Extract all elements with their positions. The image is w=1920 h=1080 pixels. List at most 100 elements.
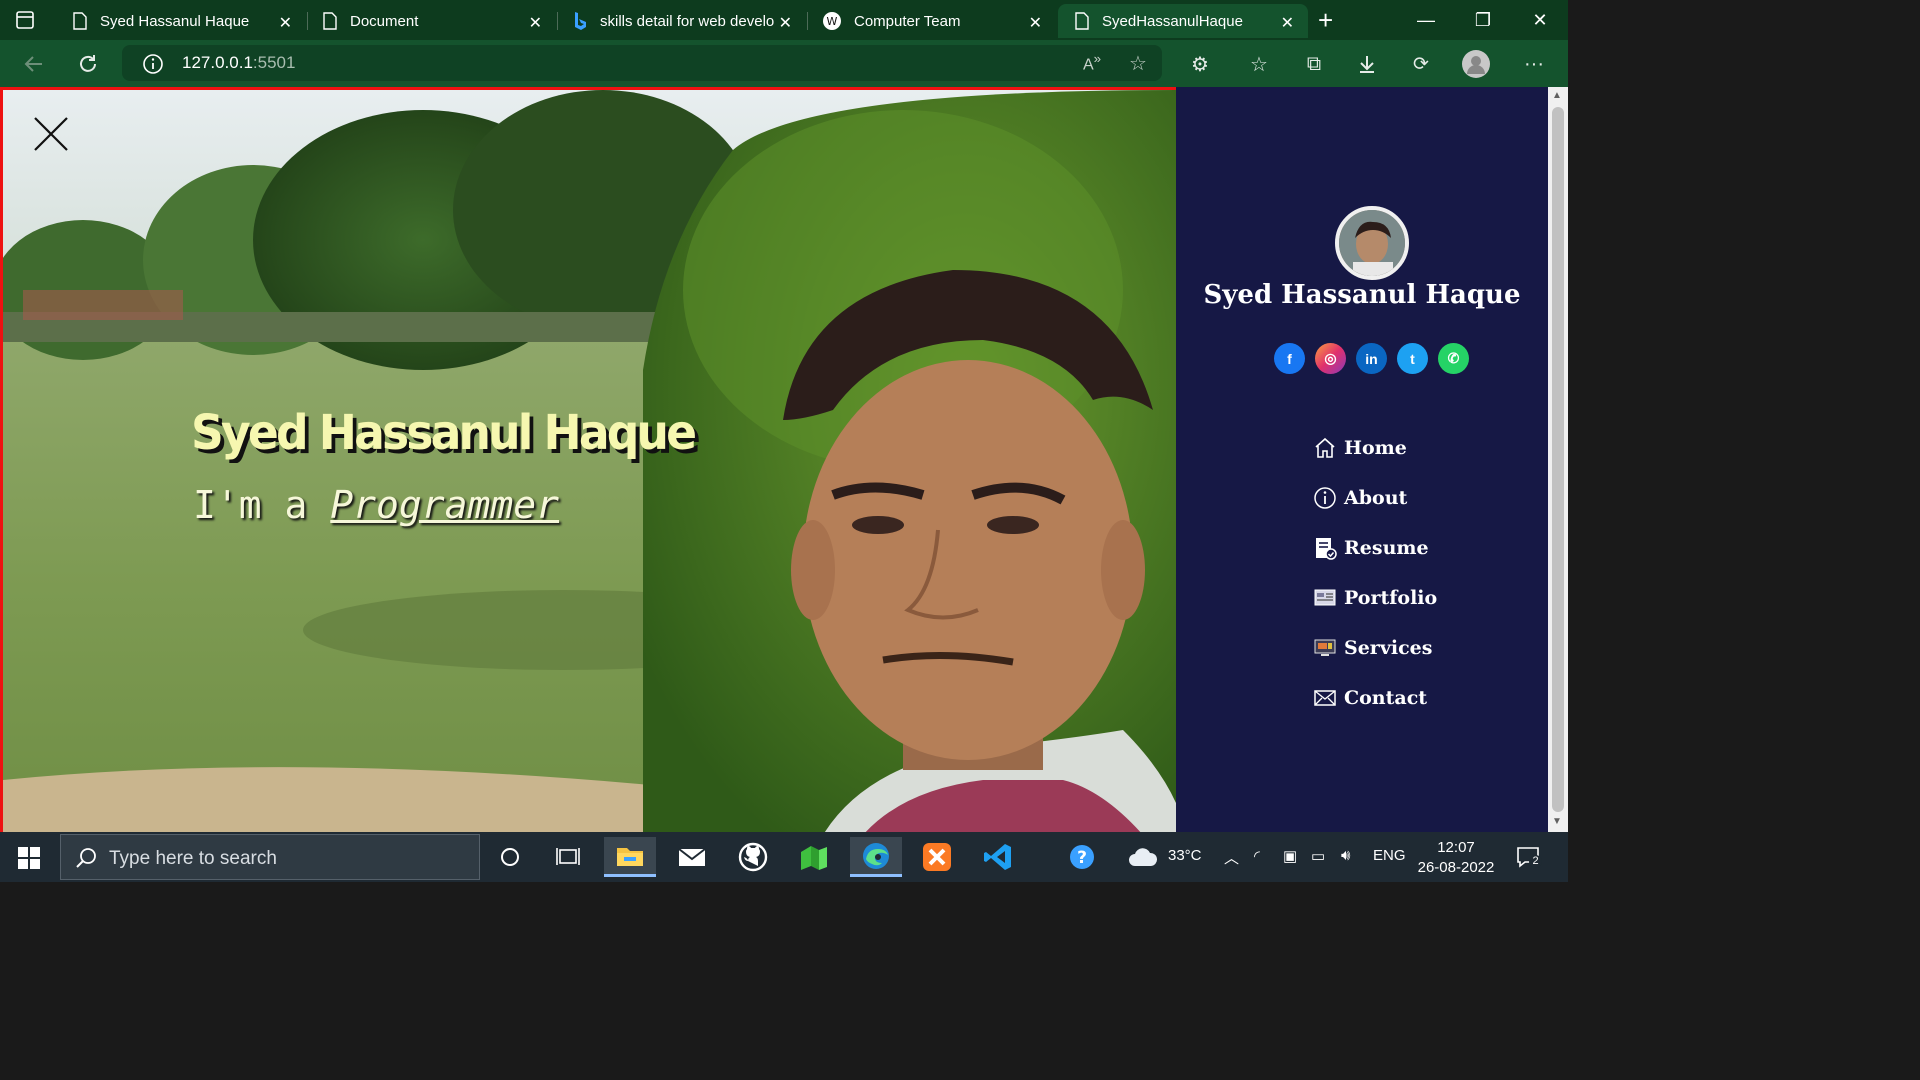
hero-subtitle: I'm a Programmer — [193, 483, 559, 527]
tab-close-icon[interactable]: ✕ — [779, 13, 792, 33]
back-icon[interactable] — [20, 50, 48, 78]
page-icon — [1075, 12, 1089, 30]
search-placeholder: Type here to search — [109, 848, 277, 869]
nav-item-resume[interactable]: Resume — [1312, 523, 1437, 573]
nav-item-contact[interactable]: Contact — [1312, 673, 1437, 723]
tab-title: Computer Team — [854, 12, 961, 30]
minimize-button[interactable]: — — [1406, 6, 1446, 34]
address-bar[interactable]: 127.0.0.1:5501 A» ☆ — [122, 45, 1162, 81]
performance-icon[interactable]: ⟳ — [1407, 50, 1435, 78]
tab-title: Syed Hassanul Haque — [100, 12, 250, 30]
add-favorite-icon[interactable]: ☆ — [1124, 49, 1152, 77]
new-tab-button[interactable]: + — [1318, 6, 1333, 34]
weather-temperature[interactable]: 33°C — [1168, 847, 1202, 864]
profile-avatar[interactable] — [1462, 50, 1490, 78]
tab-close-icon[interactable]: ✕ — [1281, 13, 1294, 33]
refresh-icon[interactable] — [74, 50, 102, 78]
tab-3[interactable]: skills detail for web develo ✕ — [556, 4, 806, 38]
tab-actions-icon[interactable] — [14, 9, 36, 31]
close-window-button[interactable]: ✕ — [1520, 6, 1560, 34]
tab-1[interactable]: Syed Hassanul Haque ✕ — [56, 4, 306, 38]
clock-time: 12:07 — [1437, 839, 1475, 856]
volume-icon[interactable]: 🔊︎ — [1341, 847, 1350, 864]
favorites-icon[interactable]: ☆ — [1245, 50, 1273, 78]
nav-item-services[interactable]: Services — [1312, 623, 1437, 673]
weather-cloud-icon[interactable] — [1128, 846, 1158, 868]
tab-title: Document — [350, 12, 419, 30]
meet-now-icon[interactable]: ▣ — [1283, 847, 1297, 865]
linkedin-icon[interactable]: in — [1356, 343, 1387, 374]
language-indicator[interactable]: ENG — [1373, 847, 1406, 864]
task-view-icon[interactable] — [542, 837, 594, 877]
clock[interactable]: 12:07 26-08-2022 — [1414, 838, 1498, 878]
github-desktop-icon[interactable] — [727, 837, 779, 877]
hero-typed-role: Programmer — [330, 483, 560, 527]
site-info-icon[interactable] — [142, 53, 164, 75]
url-host: 127.0.0.1 — [182, 53, 253, 72]
facebook-icon[interactable]: f — [1274, 343, 1305, 374]
close-menu-icon[interactable] — [33, 116, 69, 152]
tab-4[interactable]: W Computer Team ✕ — [806, 4, 1056, 38]
hero-subtitle-prefix: I'm a — [193, 483, 308, 527]
notifications-icon[interactable]: 2 — [1516, 846, 1542, 870]
mail-icon[interactable] — [666, 837, 718, 877]
vscode-icon[interactable] — [972, 837, 1024, 877]
restore-button[interactable]: ❐ — [1463, 6, 1503, 34]
tab-2[interactable]: Document ✕ — [306, 4, 556, 38]
show-hidden-icons-chevron-icon[interactable]: ︿ — [1224, 847, 1239, 868]
nav-item-home[interactable]: Home — [1312, 423, 1437, 473]
instagram-icon[interactable]: ◎ — [1315, 343, 1346, 374]
hero-section: Syed Hassanul Haque I'm a Programmer — [0, 87, 1176, 832]
page-icon — [73, 12, 87, 30]
nav-menu: Home About Resume Portfolio Services Con… — [1312, 423, 1437, 723]
extensions-icon[interactable]: ⚙ — [1186, 50, 1214, 78]
cortana-icon[interactable] — [484, 837, 536, 877]
envelope-icon — [1312, 685, 1338, 711]
vertical-scrollbar[interactable]: ▲ ▼ — [1548, 87, 1568, 832]
tab-close-icon[interactable]: ✕ — [1029, 13, 1042, 33]
tab-title: SyedHassanulHaque — [1102, 12, 1243, 30]
help-icon[interactable]: ? — [1056, 837, 1108, 877]
tab-title: skills detail for web develo — [600, 12, 775, 30]
read-aloud-icon[interactable]: A» — [1078, 49, 1106, 77]
svg-text:W: W — [827, 15, 838, 28]
taskbar-search-box[interactable]: Type here to search — [60, 834, 480, 880]
scrollbar-thumb[interactable] — [1552, 107, 1564, 812]
file-explorer-icon[interactable] — [604, 837, 656, 877]
minecraft-icon[interactable] — [788, 837, 840, 877]
nav-label: Contact — [1344, 687, 1428, 709]
downloads-icon[interactable] — [1353, 50, 1381, 78]
wifi-icon[interactable]: ◜ — [1254, 847, 1260, 865]
whatsapp-icon[interactable]: ✆ — [1438, 343, 1469, 374]
battery-icon[interactable]: ▭ — [1311, 847, 1325, 865]
svg-text:?: ? — [1077, 848, 1087, 868]
xampp-icon[interactable] — [911, 837, 963, 877]
nav-label: About — [1344, 487, 1408, 509]
collections-icon[interactable]: ⧉ — [1300, 50, 1328, 78]
hero-title: Syed Hassanul Haque — [191, 405, 697, 461]
scroll-down-arrow-icon[interactable]: ▼ — [1552, 816, 1562, 827]
url-port: :5501 — [252, 53, 296, 72]
more-menu-icon[interactable]: ··· — [1520, 50, 1548, 78]
nav-item-about[interactable]: About — [1312, 473, 1437, 523]
browser-tab-strip: Syed Hassanul Haque ✕ Document ✕ skills … — [0, 0, 1568, 40]
browser-toolbar: 127.0.0.1:5501 A» ☆ ⚙ ☆ ⧉ ⟳ ··· — [0, 40, 1568, 87]
tab-close-icon[interactable]: ✕ — [529, 13, 542, 33]
tab-5-active[interactable]: SyedHassanulHaque ✕ — [1058, 4, 1308, 38]
scroll-up-arrow-icon[interactable]: ▲ — [1552, 90, 1562, 101]
nav-label: Services — [1344, 637, 1433, 659]
bing-icon — [575, 12, 586, 30]
hero-background-photo — [3, 90, 1176, 832]
clock-date: 26-08-2022 — [1417, 859, 1495, 876]
tab-close-icon[interactable]: ✕ — [279, 13, 292, 33]
resume-icon — [1312, 535, 1338, 561]
nav-item-portfolio[interactable]: Portfolio — [1312, 573, 1437, 623]
windows-start-icon[interactable] — [18, 847, 40, 869]
sidebar-name: Syed Hassanul Haque — [1203, 280, 1521, 310]
nav-label: Portfolio — [1344, 587, 1438, 609]
edge-browser-icon[interactable] — [850, 837, 902, 877]
twitter-icon[interactable]: t — [1397, 343, 1428, 374]
page-icon — [323, 12, 337, 30]
info-icon — [1312, 485, 1338, 511]
services-icon — [1312, 635, 1338, 661]
